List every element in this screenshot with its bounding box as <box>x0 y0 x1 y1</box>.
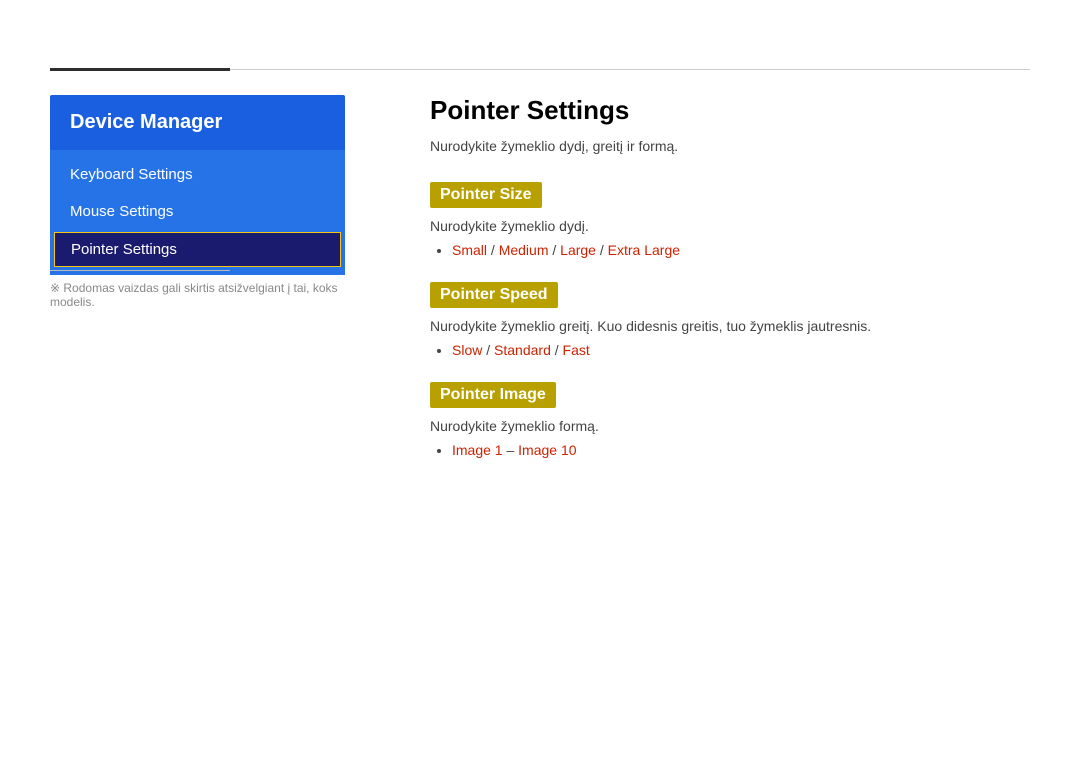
sidebar-menu: Keyboard Settings Mouse Settings Pointer… <box>50 150 345 275</box>
main-content: Pointer Settings Nurodykite žymeklio dyd… <box>430 95 1030 482</box>
option-fast: Fast <box>563 342 590 358</box>
option-image10: Image 10 <box>518 442 576 458</box>
section-desc-pointer-image: Nurodykite žymeklio formą. <box>430 418 1030 434</box>
section-pointer-size: Pointer Size Nurodykite žymeklio dydį. S… <box>430 182 1030 258</box>
section-title-pointer-speed: Pointer Speed <box>430 282 558 308</box>
option-large: Large <box>560 242 596 258</box>
sidebar-item-pointer[interactable]: Pointer Settings <box>54 232 341 267</box>
option-image1: Image 1 <box>452 442 503 458</box>
sidebar-note: ※ Rodomas vaizdas gali skirtis atsižvelg… <box>50 270 345 309</box>
sidebar-item-keyboard[interactable]: Keyboard Settings <box>50 156 345 193</box>
top-bar-light <box>230 69 1030 70</box>
section-title-pointer-image: Pointer Image <box>430 382 556 408</box>
option-medium: Medium <box>499 242 549 258</box>
section-pointer-image: Pointer Image Nurodykite žymeklio formą.… <box>430 382 1030 458</box>
sidebar-item-mouse[interactable]: Mouse Settings <box>50 193 345 230</box>
section-options-pointer-image: Image 1 – Image 10 <box>430 442 1030 458</box>
section-options-pointer-size: Small / Medium / Large / Extra Large <box>430 242 1030 258</box>
section-options-pointer-speed: Slow / Standard / Fast <box>430 342 1030 358</box>
option-small: Small <box>452 242 487 258</box>
option-standard: Standard <box>494 342 551 358</box>
section-title-pointer-size: Pointer Size <box>430 182 542 208</box>
sidebar: Device Manager Keyboard Settings Mouse S… <box>50 95 345 275</box>
section-desc-pointer-speed: Nurodykite žymeklio greitį. Kuo didesnis… <box>430 318 1030 334</box>
top-bar <box>50 68 1030 70</box>
sidebar-note-divider <box>50 270 230 271</box>
page-title: Pointer Settings <box>430 95 1030 126</box>
option-extralarge: Extra Large <box>608 242 680 258</box>
option-slow: Slow <box>452 342 482 358</box>
sidebar-header: Device Manager <box>50 95 345 150</box>
top-bar-dark <box>50 68 230 71</box>
sidebar-note-text: ※ Rodomas vaizdas gali skirtis atsižvelg… <box>50 281 345 309</box>
page-subtitle: Nurodykite žymeklio dydį, greitį ir form… <box>430 138 1030 154</box>
section-pointer-speed: Pointer Speed Nurodykite žymeklio greitį… <box>430 282 1030 358</box>
section-desc-pointer-size: Nurodykite žymeklio dydį. <box>430 218 1030 234</box>
